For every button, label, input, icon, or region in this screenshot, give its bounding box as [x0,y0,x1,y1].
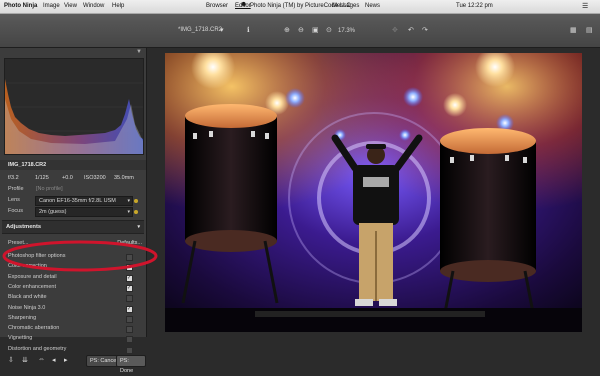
toolbar: *IMG_1718.CR2 ▾ ℹ ⊕ ⊖ ▣ ⊙ 17.3% ✥ ↶ ↷ ▦ … [0,14,600,48]
menu-image[interactable]: Image [43,3,60,9]
fit-icon[interactable]: ▣ [312,26,319,35]
grid-icon[interactable]: ▦ [570,26,577,35]
profile-row: Profile [No profile] [4,185,142,194]
left-panel: ▼ IMG_1718.CR2 f/3.2 1/125 +0.0 ISO3200 … [0,48,147,374]
adjustment-item[interactable]: Chromatic aberration [4,324,142,334]
file-selector[interactable]: *IMG_1718.CR2 [178,26,222,35]
lens-select[interactable]: Canon EF16-35mm f/2.8L USM ▾ [35,196,133,206]
adjustment-checkbox[interactable] [126,326,133,334]
menu-messages[interactable]: Messages [332,3,359,9]
adjustment-checkbox[interactable] [126,295,133,303]
adjustment-item[interactable]: Black and white [4,293,142,303]
info-icon[interactable]: ℹ [247,26,250,35]
pin-icon[interactable]: ▼ [136,49,142,55]
ninja-icon: ☻ [240,1,248,8]
adjustment-checkbox[interactable] [126,315,133,323]
list-icon[interactable]: ☰ [582,2,588,10]
adjustment-item[interactable]: Sharpening [4,314,142,323]
focus-row: Focus 2m (guess) ▾ [4,207,142,217]
lens-value: Canon EF16-35mm f/2.8L USM [39,198,116,204]
adjustment-checkbox[interactable] [126,336,133,344]
lens-label: Lens [8,197,20,203]
back-icon[interactable]: ◂ [52,356,56,364]
export-icon[interactable]: ⇊ [22,356,28,364]
adjustment-item[interactable]: Color enhancement [4,283,142,293]
adjustments-title: Adjustments [6,224,42,230]
exif-aperture: f/3.2 [8,175,19,181]
menu-news[interactable]: News [365,3,380,9]
profile-label: Profile [8,186,24,192]
histogram-graph [5,79,143,154]
chevron-down-icon[interactable]: ▾ [220,26,224,35]
histogram [4,58,144,155]
filename-bar: IMG_1718.CR2 [0,160,146,170]
annotation-ellipse [2,240,158,272]
zoom-out-icon[interactable]: ⊖ [298,26,304,35]
adjustment-label: Black and white [8,294,47,301]
compare-icon[interactable]: ⇔ [38,356,45,363]
rotate-left-icon[interactable]: ↶ [408,26,414,35]
panel-icon[interactable]: ▤ [586,26,593,35]
focus-value: 2m (guess) [39,209,67,215]
exif-ev: +0.0 [62,175,73,181]
import-icon[interactable]: ⇩ [8,356,14,364]
zoom-in-icon[interactable]: ⊕ [284,26,290,35]
status-dot-icon [134,199,138,203]
adjustment-label: Sharpening [8,314,37,321]
profile-value: [No profile] [36,186,63,192]
ps-done-button[interactable]: PS: Done [116,355,146,374]
zoom-level: 17.3% [338,28,356,34]
adjustments-header[interactable]: Adjustments ▾ [2,220,144,234]
chevron-down-icon: ▾ [127,198,130,204]
adjustment-label: Color enhancement [8,283,57,290]
adjustment-checkbox[interactable] [126,305,133,314]
chevron-down-icon: ▾ [127,209,130,215]
concert-photo [165,53,582,332]
focus-label: Focus [8,208,23,214]
rotate-right-icon[interactable]: ↷ [422,26,428,35]
adjustment-item[interactable]: Vignetting [4,334,142,344]
adjustment-label: Vignetting [8,335,33,342]
menu-view[interactable]: View [64,3,77,9]
menu-help[interactable]: Help [112,3,124,9]
focus-select[interactable]: 2m (guess) ▾ [35,207,133,217]
photo-canvas[interactable] [165,53,582,332]
menubar: Photo Ninja Image View Window Help Brows… [0,0,600,14]
bottom-toolbar: ⇩ ⇊ ⇔ ◂ ▸ PS: Cancel PS: Done [0,353,146,374]
adjustment-checkbox[interactable] [126,284,133,293]
move-icon[interactable]: ✥ [392,26,398,35]
menu-app[interactable]: Photo Ninja [4,3,37,9]
status-dot-icon [134,210,138,214]
lens-row: Lens Canon EF16-35mm f/2.8L USM ▾ [4,196,142,206]
exif-iso: ISO3200 [84,175,106,181]
adjustment-label: Noise Ninja 3.0 [8,304,46,311]
chevron-down-icon: ▾ [137,224,140,230]
filename: IMG_1718.CR2 [8,162,47,168]
clock: Tue 12:22 pm [456,3,493,9]
adjustment-item[interactable]: Noise Ninja 3.0 [4,304,142,314]
exif-focal: 35.0mm [114,175,134,181]
exif-shutter: 1/125 [35,175,49,181]
zoom-tool-icon[interactable]: ⊙ [326,26,332,35]
tab-browser[interactable]: Browser [206,3,228,9]
menu-window[interactable]: Window [83,3,104,9]
exif-row: f/3.2 1/125 +0.0 ISO3200 35.0mm [4,174,142,183]
adjustment-label: Chromatic aberration [8,325,60,332]
forward-icon[interactable]: ▸ [64,356,68,364]
